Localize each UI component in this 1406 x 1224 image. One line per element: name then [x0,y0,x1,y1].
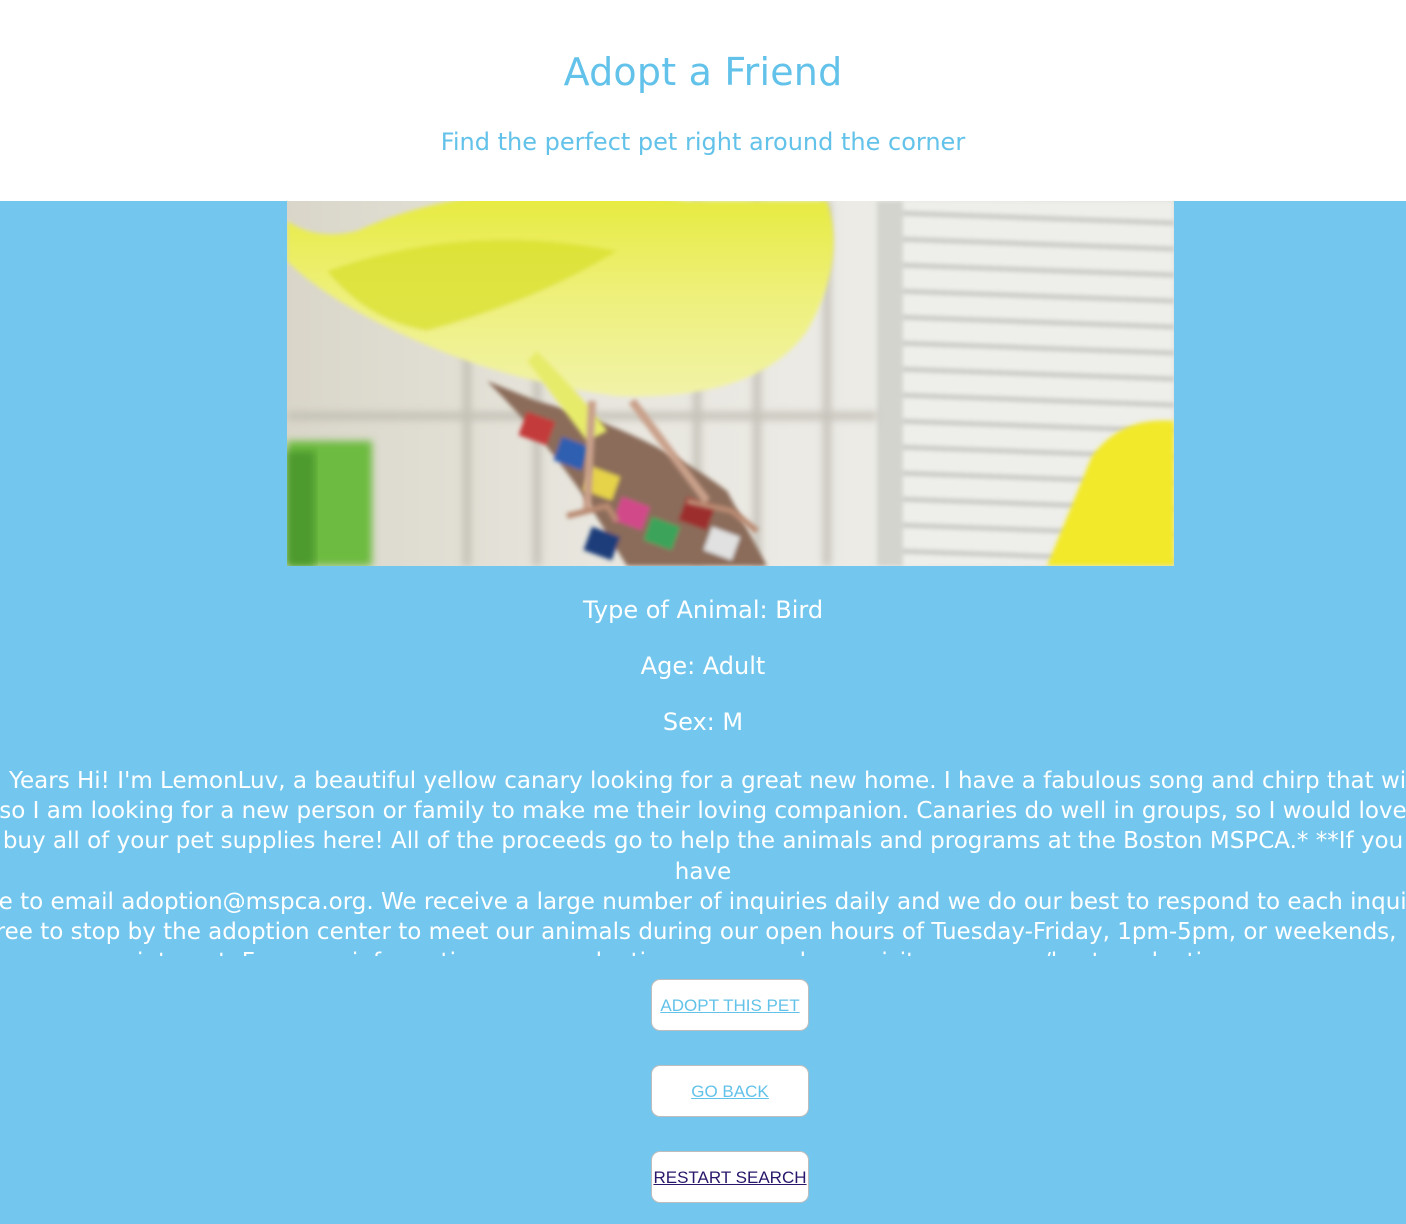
page-title: Adopt a Friend [563,50,843,94]
description-line: free to stop by the adoption center to m… [0,919,1406,946]
pet-detail-panel: Type of Animal: Bird Age: Adult Sex: M 5… [0,201,1406,1224]
restart-search-button[interactable]: RESTART SEARCH [651,1151,809,1203]
animal-type: Type of Animal: Bird [582,596,824,624]
go-back-button[interactable]: GO BACK [651,1065,809,1117]
animal-age: Age: Adult [640,652,766,680]
canary-photo-image [287,201,1174,566]
restart-search-button-label: RESTART SEARCH [653,1167,807,1187]
pet-description: 5 Years Hi! I'm LemonLuv, a beautiful ye… [0,766,1406,956]
description-line: me to email adoption@mspca.org. We recei… [0,888,1406,915]
description-line: 5 Years Hi! I'm LemonLuv, a beautiful ye… [0,768,1406,794]
description-line: so I am looking for a new person or fami… [0,798,1406,825]
adopt-button-label: ADOPT THIS PET [660,995,800,1015]
pet-photo [287,201,1174,566]
page-subtitle: Find the perfect pet right around the co… [440,128,966,156]
go-back-button-label: GO BACK [691,1081,769,1101]
description-line: appointment. For more information on our… [0,947,1406,956]
description-line: buy all of your pet supplies here! All o… [2,828,1404,885]
adopt-this-pet-button[interactable]: ADOPT THIS PET [651,979,809,1031]
page-header: Adopt a Friend Find the perfect pet righ… [0,0,1406,201]
animal-sex: Sex: M [662,708,744,736]
